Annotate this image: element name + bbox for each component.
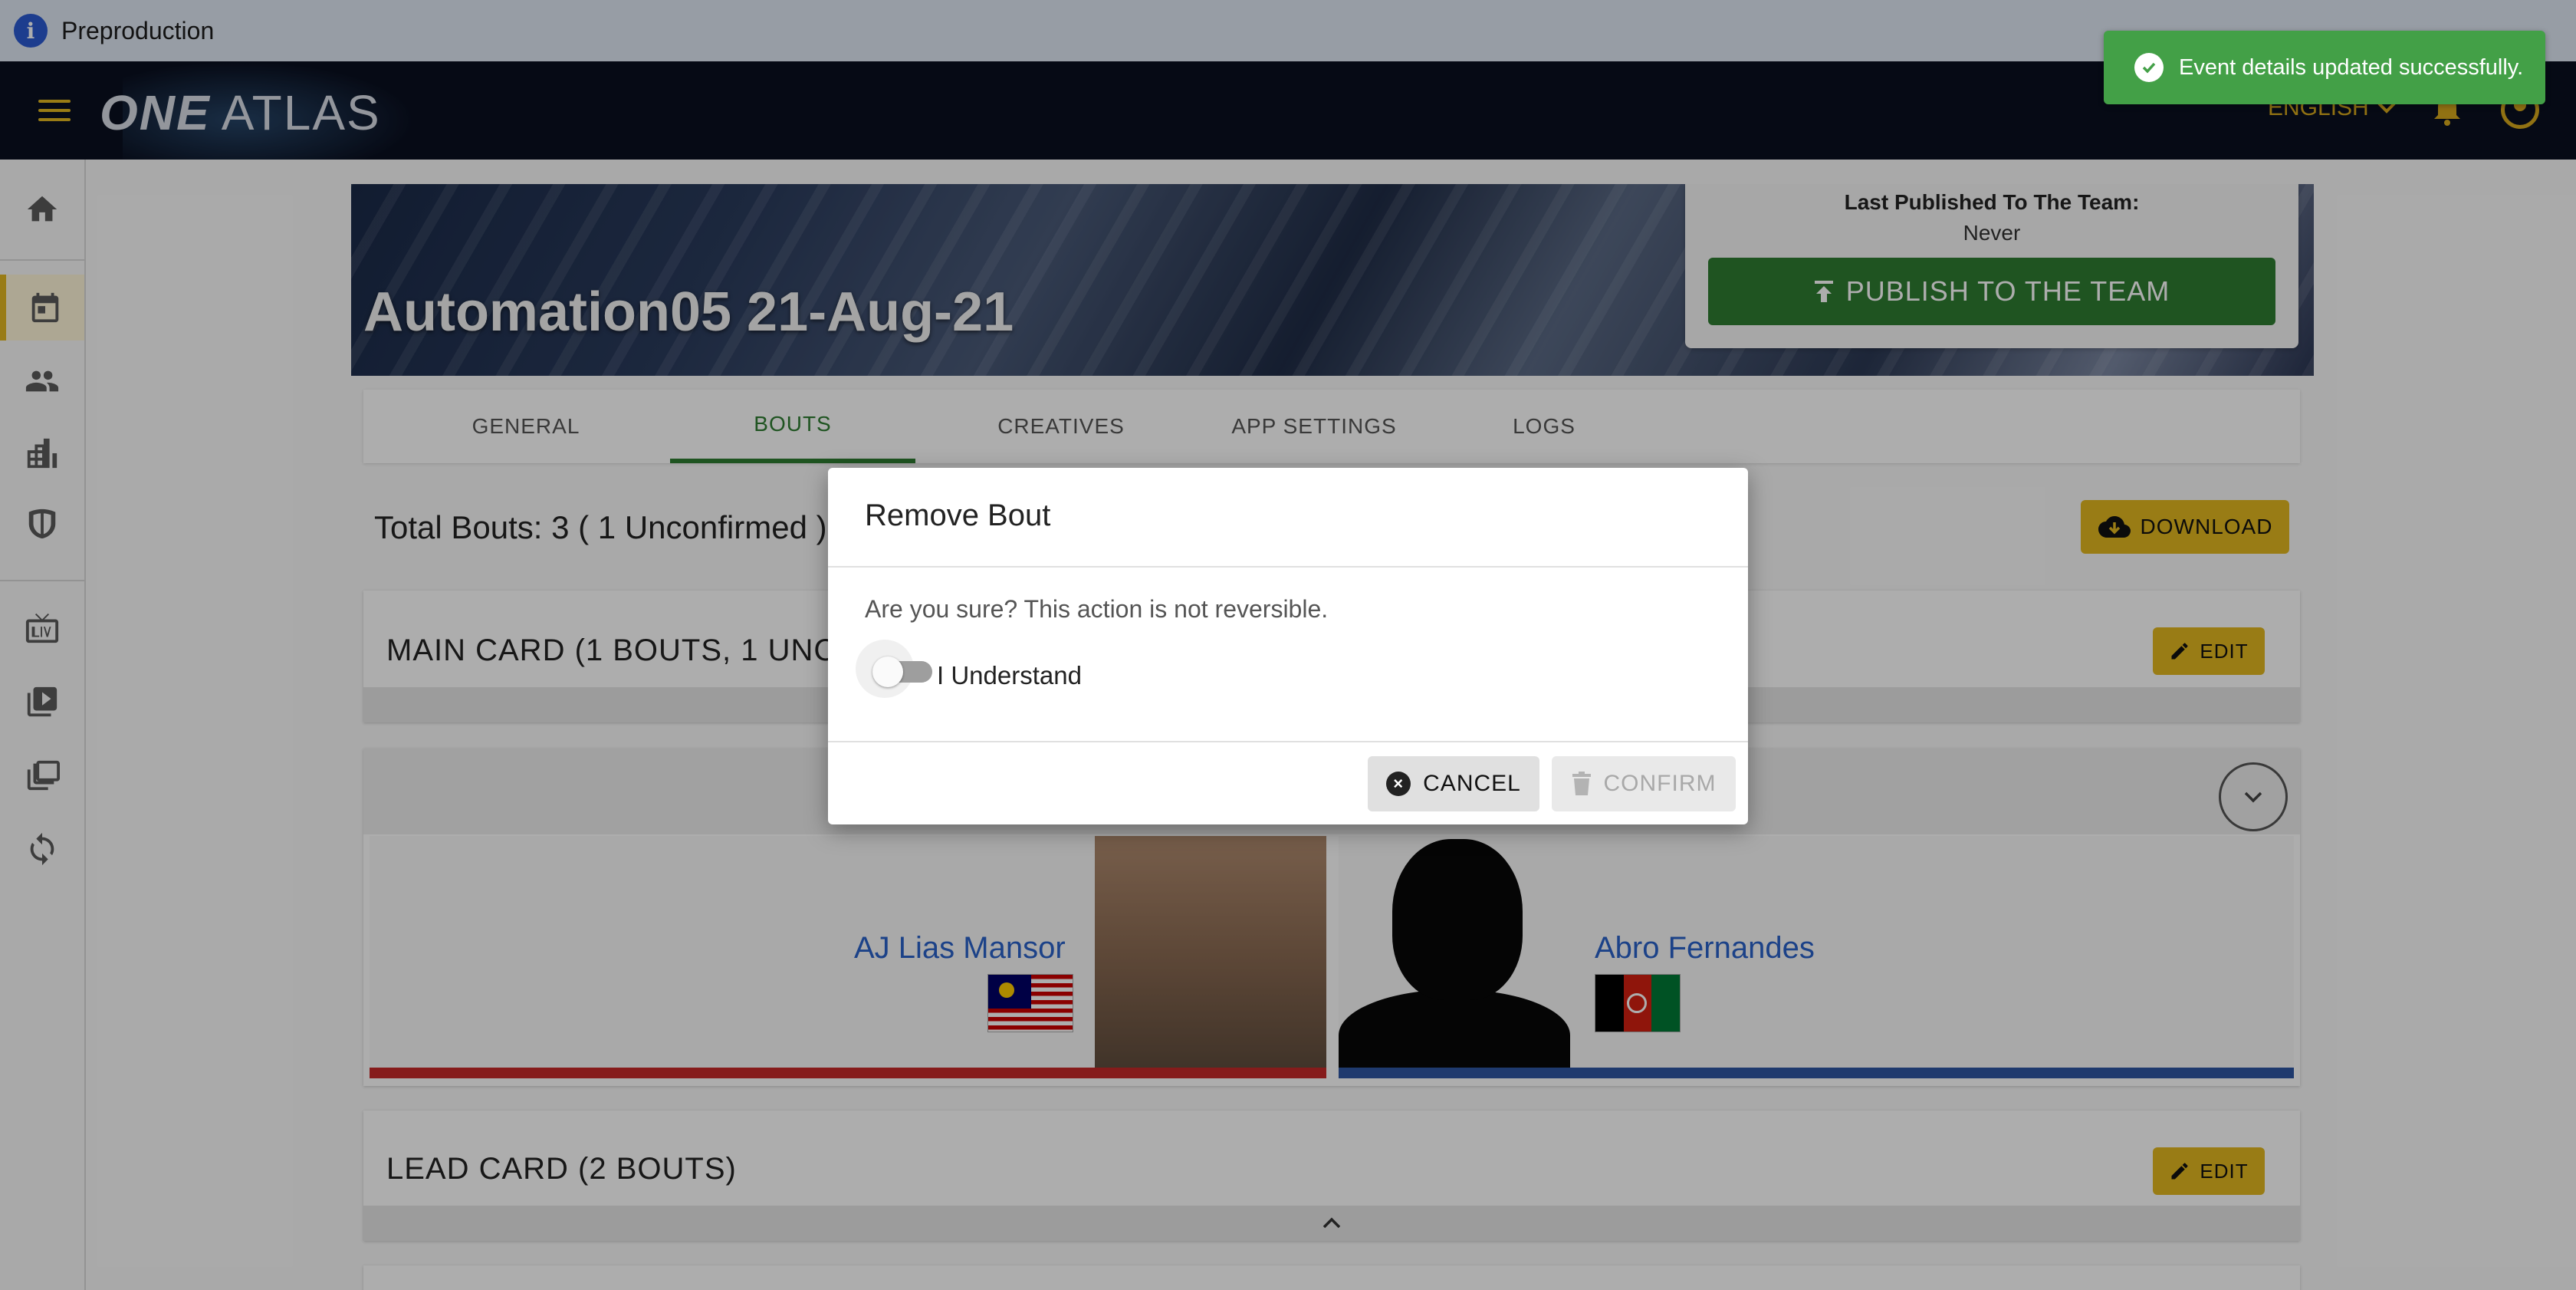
understand-toggle[interactable] xyxy=(856,640,938,698)
dialog-message: Are you sure? This action is not reversi… xyxy=(865,595,1329,623)
trash-icon xyxy=(1572,772,1591,795)
cancel-circle-icon: × xyxy=(1386,772,1411,796)
cancel-button[interactable]: × CANCEL xyxy=(1368,756,1539,811)
toast-message: Event details updated successfully. xyxy=(2179,54,2524,80)
check-circle-icon xyxy=(2134,53,2164,82)
understand-toggle-label[interactable]: I Understand xyxy=(937,661,1082,690)
success-toast: Event details updated successfully. xyxy=(2104,31,2545,104)
dialog-divider xyxy=(828,741,1748,742)
dialog-title: Remove Bout xyxy=(865,499,1051,532)
remove-bout-dialog: Remove Bout Are you sure? This action is… xyxy=(828,468,1748,824)
cancel-label: CANCEL xyxy=(1423,771,1521,796)
confirm-label: CONFIRM xyxy=(1603,771,1717,796)
dialog-divider xyxy=(828,566,1748,568)
confirm-button[interactable]: CONFIRM xyxy=(1552,756,1736,811)
